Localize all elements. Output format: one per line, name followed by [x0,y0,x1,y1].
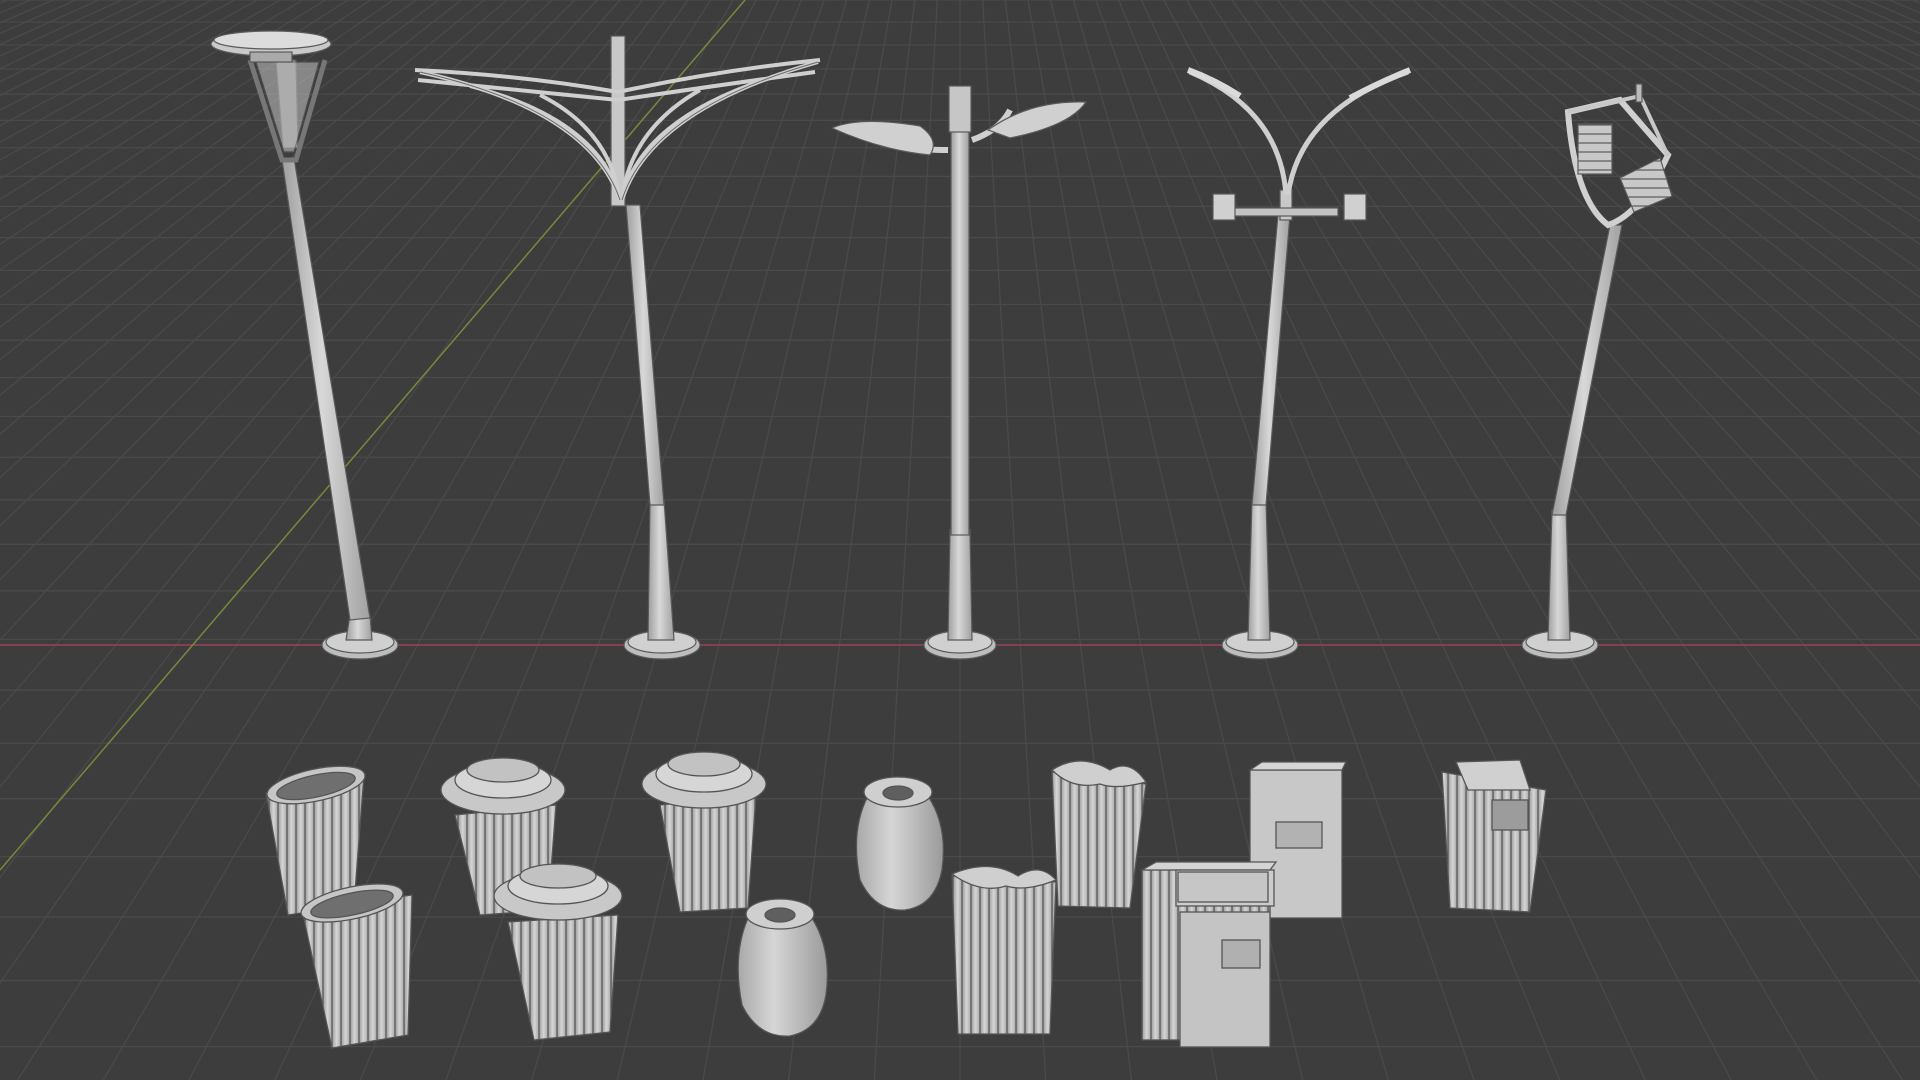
3d-viewport[interactable] [0,0,1920,1080]
